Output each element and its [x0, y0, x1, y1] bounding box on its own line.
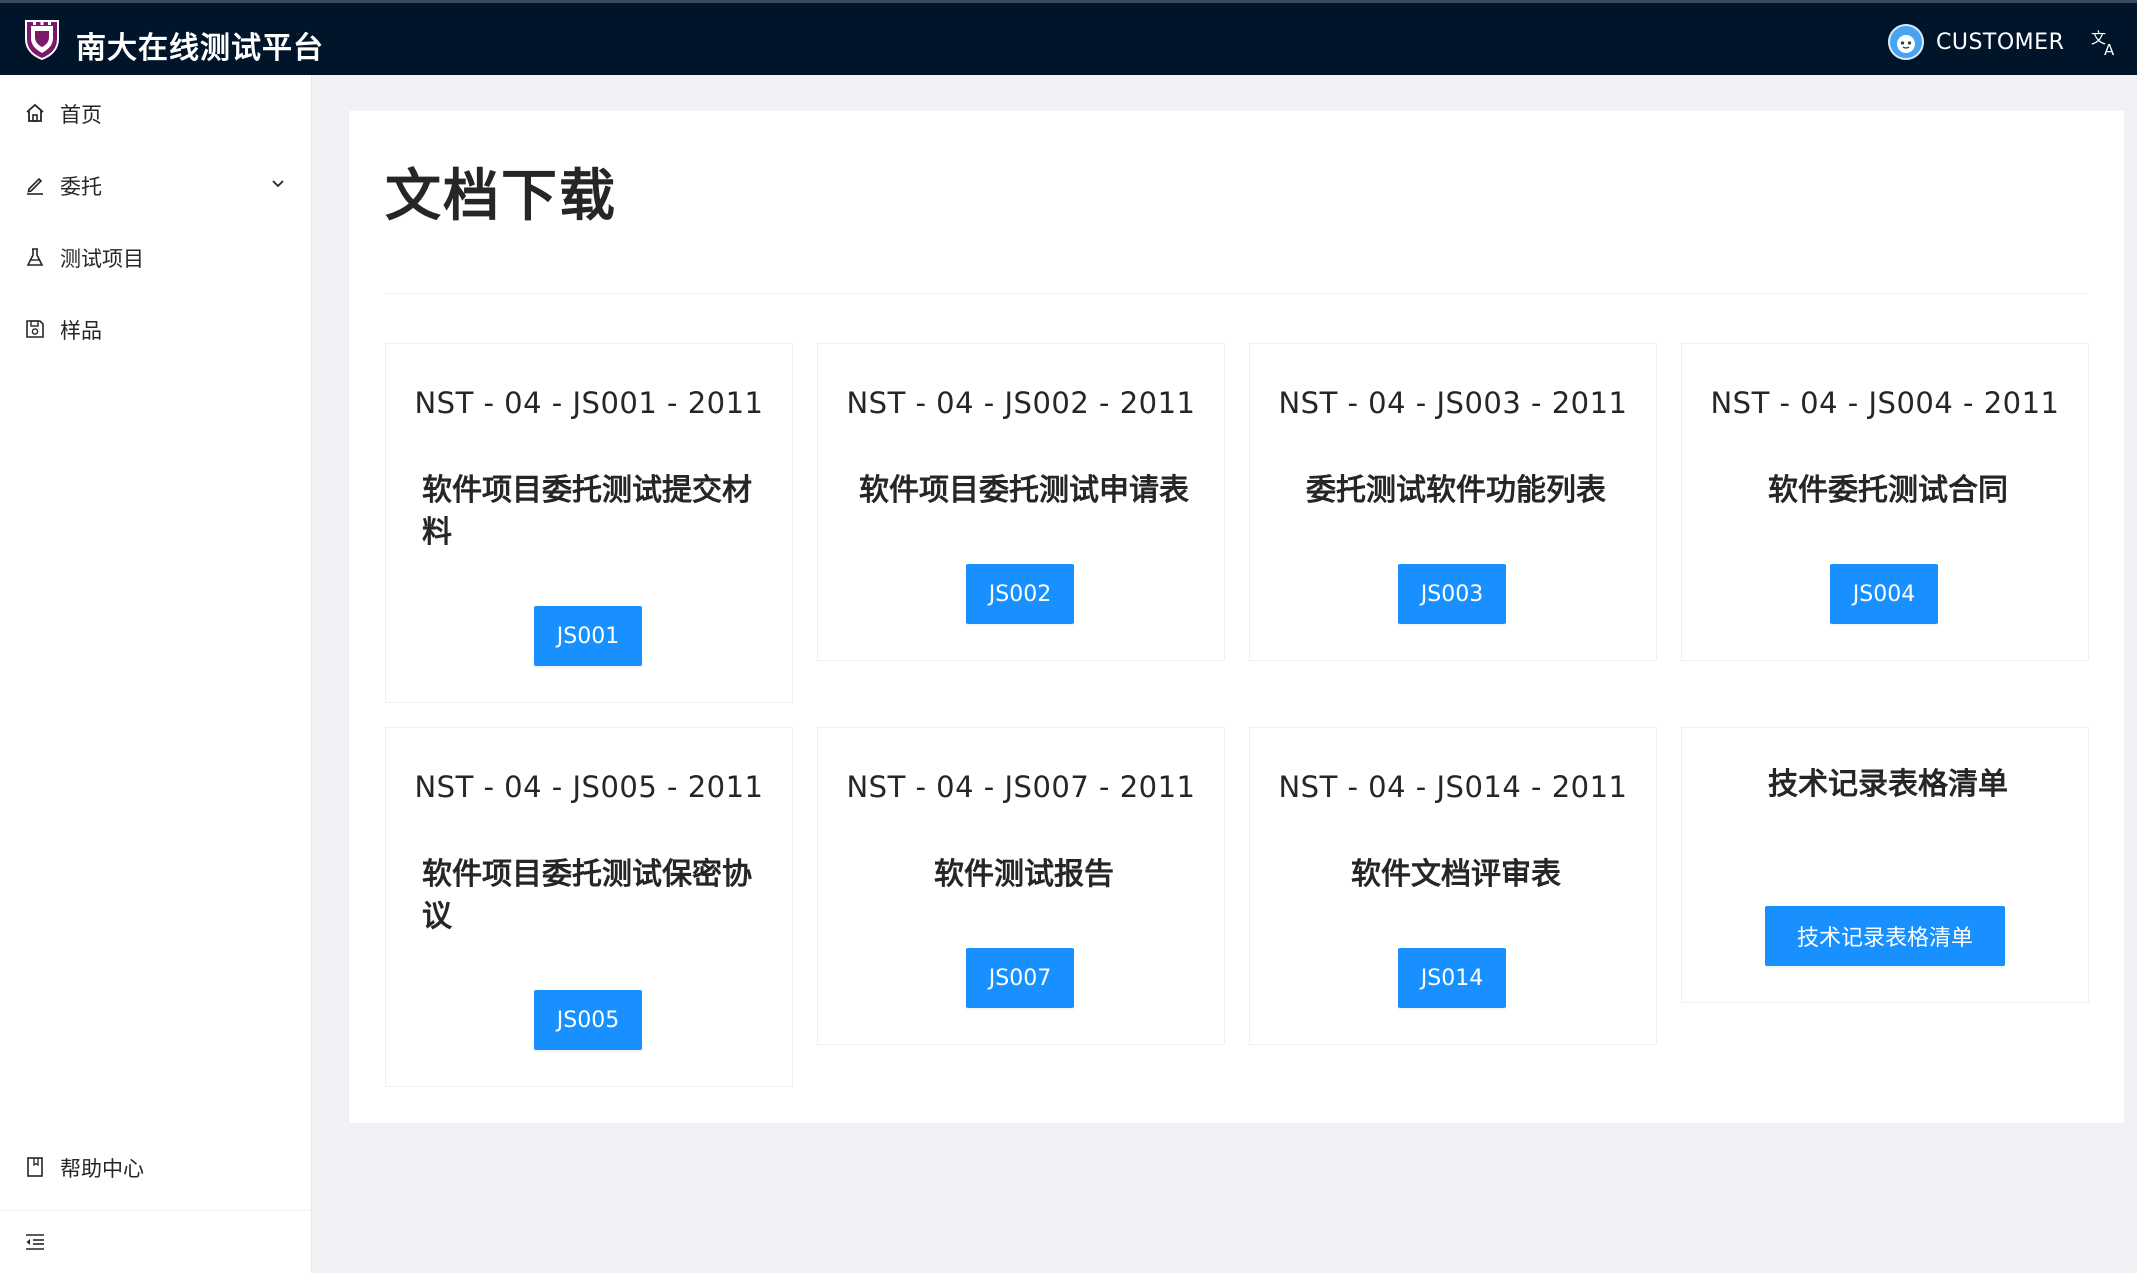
card-name: 软件项目委托测试申请表	[859, 473, 1189, 508]
doc-card-js004: NST - 04 - JS004 - 2011 软件委托测试合同 JS004	[1681, 343, 2089, 661]
translate-icon[interactable]: 文 A	[2090, 27, 2120, 57]
sidebar-item-label: 测试项目	[60, 247, 144, 271]
page-title: 文档下载	[385, 164, 617, 229]
card-name: 技术记录表格清单	[1768, 767, 2008, 802]
download-button-tech-records[interactable]: 技术记录表格清单	[1765, 906, 2005, 966]
sidebar-divider	[0, 1210, 312, 1211]
card-code: NST - 04 - JS004 - 2011	[1710, 386, 2060, 420]
home-icon	[26, 103, 44, 122]
card-name: 软件文档评审表	[1351, 857, 1561, 892]
title-divider	[385, 293, 2088, 294]
sidebar-item-commission[interactable]: 委托	[0, 156, 312, 212]
user-avatar[interactable]	[1888, 24, 1924, 60]
chevron-down-icon[interactable]	[270, 176, 286, 192]
sidebar-item-home[interactable]: 首页	[0, 84, 312, 140]
user-name[interactable]: CUSTOMER	[1936, 30, 2064, 55]
doc-card-js003: NST - 04 - JS003 - 2011 委托测试软件功能列表 JS003	[1249, 343, 1657, 661]
download-button-js002[interactable]: JS002	[966, 564, 1074, 624]
download-button-js003[interactable]: JS003	[1398, 564, 1506, 624]
card-code: NST - 04 - JS002 - 2011	[846, 386, 1196, 420]
doc-card-js002: NST - 04 - JS002 - 2011 软件项目委托测试申请表 JS00…	[817, 343, 1225, 661]
card-code: NST - 04 - JS001 - 2011	[414, 386, 764, 420]
download-button-js005[interactable]: JS005	[534, 990, 642, 1050]
sidebar-item-help-center[interactable]: 帮助中心	[0, 1138, 312, 1194]
content-panel: 文档下载 NST - 04 - JS001 - 2011 软件项目委托测试提交材…	[349, 111, 2124, 1123]
book-icon	[27, 1157, 43, 1177]
card-name: 委托测试软件功能列表	[1306, 473, 1606, 508]
card-code: NST - 04 - JS005 - 2011	[414, 770, 764, 804]
sidebar-item-label: 委托	[60, 175, 102, 199]
card-code: NST - 04 - JS007 - 2011	[846, 770, 1196, 804]
sidebar-item-label: 首页	[60, 103, 102, 127]
card-name: 软件项目委托测试提交材料	[422, 473, 752, 550]
download-button-js004[interactable]: JS004	[1830, 564, 1938, 624]
app-title: 南大在线测试平台	[76, 31, 324, 66]
experiment-icon	[26, 248, 44, 266]
edit-icon	[27, 177, 43, 195]
avatar-icon	[1897, 35, 1915, 53]
doc-card-js014: NST - 04 - JS014 - 2011 软件文档评审表 JS014	[1249, 727, 1657, 1045]
card-name: 软件测试报告	[934, 857, 1114, 892]
university-logo-icon[interactable]	[22, 17, 62, 61]
doc-card-tech-records: 技术记录表格清单 技术记录表格清单	[1681, 727, 2089, 1003]
top-header: 南大在线测试平台 CUSTOMER 文 A	[0, 0, 2137, 75]
sidebar-item-samples[interactable]: 样品	[0, 300, 312, 356]
sidebar-item-label: 样品	[60, 319, 102, 343]
doc-card-js001: NST - 04 - JS001 - 2011 软件项目委托测试提交材料 JS0…	[385, 343, 793, 703]
card-code: NST - 04 - JS003 - 2011	[1278, 386, 1628, 420]
card-name: 软件项目委托测试保密协议	[422, 857, 752, 934]
card-code: NST - 04 - JS014 - 2011	[1278, 770, 1628, 804]
save-icon	[26, 320, 44, 338]
sidebar-item-test-projects[interactable]: 测试项目	[0, 228, 312, 284]
doc-card-js007: NST - 04 - JS007 - 2011 软件测试报告 JS007	[817, 727, 1225, 1045]
download-button-js007[interactable]: JS007	[966, 948, 1074, 1008]
svg-text:A: A	[2104, 41, 2115, 57]
sidebar: 首页 委托 测试项目 样品 帮助中心	[0, 75, 312, 1273]
sidebar-item-label: 帮助中心	[60, 1157, 144, 1181]
menu-fold-icon[interactable]	[24, 1231, 46, 1253]
download-button-js014[interactable]: JS014	[1398, 948, 1506, 1008]
doc-card-js005: NST - 04 - JS005 - 2011 软件项目委托测试保密协议 JS0…	[385, 727, 793, 1087]
card-name: 软件委托测试合同	[1768, 473, 2008, 508]
download-button-js001[interactable]: JS001	[534, 606, 642, 666]
